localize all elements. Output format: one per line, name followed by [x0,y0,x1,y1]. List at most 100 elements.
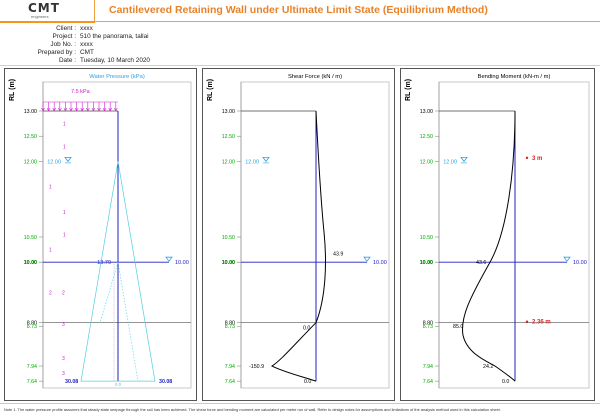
project-info-value: Tuesday, 10 March 2020 [80,57,150,64]
y-tick-label: 13.00 [24,109,37,115]
marker-dot [525,320,529,323]
y-tick-label: 8.73 [423,324,433,330]
pressure-value-base-mid: 0.0 [115,382,122,387]
pressure-value-base-right: 30.08 [159,379,172,385]
project-info-label: Job No. : [50,41,76,48]
bending-moment-panel: Bending Moment (kN-m / m) RL (m) 13.00 12.5… [400,68,595,401]
chart-title: Water Pressure (kPa) [89,74,145,80]
pressure-diagram-dashed [99,262,119,323]
shear-label-min: -150.9 [249,364,264,370]
shear-force-curve [270,110,326,382]
report-header: CMT engineers Cantilevered Retaining Wal… [0,0,600,66]
water-table-right-label: 10.00 [175,260,189,266]
moment-label-max: 85.0 [453,324,463,330]
shear-label-base: 0.0 [304,379,311,385]
soil-layer-number: 1 [63,122,66,128]
y-tick-label: 7.94 [423,364,433,370]
marker-label-2-36m: 2.36 m [532,320,551,326]
y-tick-label: 10.00 [420,260,433,266]
y-axis-label: RL (m) [9,79,16,101]
y-tick-label: 12.00 [222,159,235,165]
pressure-value-excavation: 13.79 [97,260,111,266]
water-table-right-label: 10.00 [373,260,387,266]
y-tick-label: 12.50 [222,134,235,140]
soil-layer-number: 3 [62,356,65,362]
soil-layer-number: 1 [63,232,66,238]
marker-label-3m: 3 m [532,156,542,162]
moment-label-excavation: 43.6 [476,260,486,266]
footer: Note 1. The water pressure profile assum… [0,403,600,419]
title-box: Cantilevered Retaining Wall under Ultima… [95,0,600,22]
moment-label-base: 0.0 [502,379,509,385]
y-tick-label: 10.50 [420,235,433,241]
water-table-right-label: 10.00 [573,260,587,266]
company-logo: CMT engineers [0,0,95,23]
water-table-right-icon [563,256,571,262]
soil-layer-number: 1 [49,185,52,191]
project-info-value: CMT [80,49,94,56]
y-tick-label: 10.00 [24,260,37,266]
pressure-value-base-left: 30.08 [65,379,78,385]
project-info-label: Project : [52,33,76,40]
water-table-left-label: 12.00 [47,159,61,165]
y-tick-label: 12.50 [420,134,433,140]
footer-note: Note 1. The water pressure profile assum… [4,407,501,412]
water-table-left-icon [64,157,72,163]
soil-layer-number: 1 [63,210,66,216]
y-axis-label: RL (m) [207,79,214,101]
bending-moment-chart: Bending Moment (kN-m / m) RL (m) 13.00 12.5… [405,74,590,389]
soil-layer-number: 3 [62,371,65,377]
shear-force-chart: Shear Force (kN / m) RL (m) 13.00 12.50 12.0… [207,74,390,389]
shear-force-panel: Shear Force (kN / m) RL (m) 13.00 12.50 12.0… [202,68,395,401]
water-pressure-chart: Water Pressure (kPa) RL (m) 13.00 12.50 12.0… [9,74,192,389]
y-tick-label: 7.94 [27,364,37,370]
project-info-value: xxxx [80,41,93,48]
y-tick-label: 7.64 [423,379,433,385]
plot-frame [438,81,590,389]
project-info-value: xxxx [80,25,93,32]
logo-subtext: engineers [31,14,49,19]
moment-label-toe: 24.2 [483,364,493,370]
y-axis-label: RL (m) [405,79,412,101]
water-table-left-icon [262,157,270,163]
water-table-right-icon [363,256,371,262]
y-tick-label: 7.64 [225,379,235,385]
water-table-left-icon [460,157,468,163]
bending-moment-curve [461,110,516,382]
marker-dot [525,156,529,160]
y-tick-label: 10.50 [222,235,235,241]
soil-layer-number: 1 [49,248,52,254]
logo-underline [0,21,95,23]
chart-title: Bending Moment (kN-m / m) [478,74,551,80]
water-table-right-icon [165,256,173,262]
y-tick-label: 10.00 [222,260,235,266]
soil-layer-number: 1 [63,144,66,150]
soil-layer-number: 3 [62,322,65,328]
project-info-value: 510 the panorama, tallai [80,33,149,40]
chart-title: Shear Force (kN / m) [288,74,342,80]
y-tick-label: 10.50 [24,235,37,241]
shear-label-max: 43.9 [333,252,343,258]
surcharge-label: 7.5 kPa [71,89,91,95]
project-info-label: Date : [58,57,76,64]
water-pressure-panel: Water Pressure (kPa) RL (m) 13.00 12.50 12.0… [4,68,197,401]
plot-frame [240,81,390,389]
y-tick-label: 7.94 [225,364,235,370]
water-table-left-label: 12.00 [443,159,457,165]
shear-label-zero: 0.0 [303,326,310,332]
soil-layer-number: 2 [62,290,65,296]
y-tick-label: 12.50 [24,134,37,140]
project-info-label: Prepared by : [37,49,76,56]
y-tick-label: 13.00 [222,109,235,115]
water-table-left-label: 12.00 [245,159,259,165]
y-tick-label: 8.73 [27,324,37,330]
y-tick-label: 13.00 [420,109,433,115]
soil-layer-number: 2 [49,290,52,296]
pressure-diagram-dashed [117,262,139,382]
report-title: Cantilevered Retaining Wall under Ultima… [109,4,488,16]
y-tick-label: 7.64 [27,379,37,385]
logo-text: CMT [28,1,60,15]
y-tick-label: 8.73 [225,324,235,330]
y-tick-label: 12.00 [24,159,37,165]
y-tick-label: 12.00 [420,159,433,165]
